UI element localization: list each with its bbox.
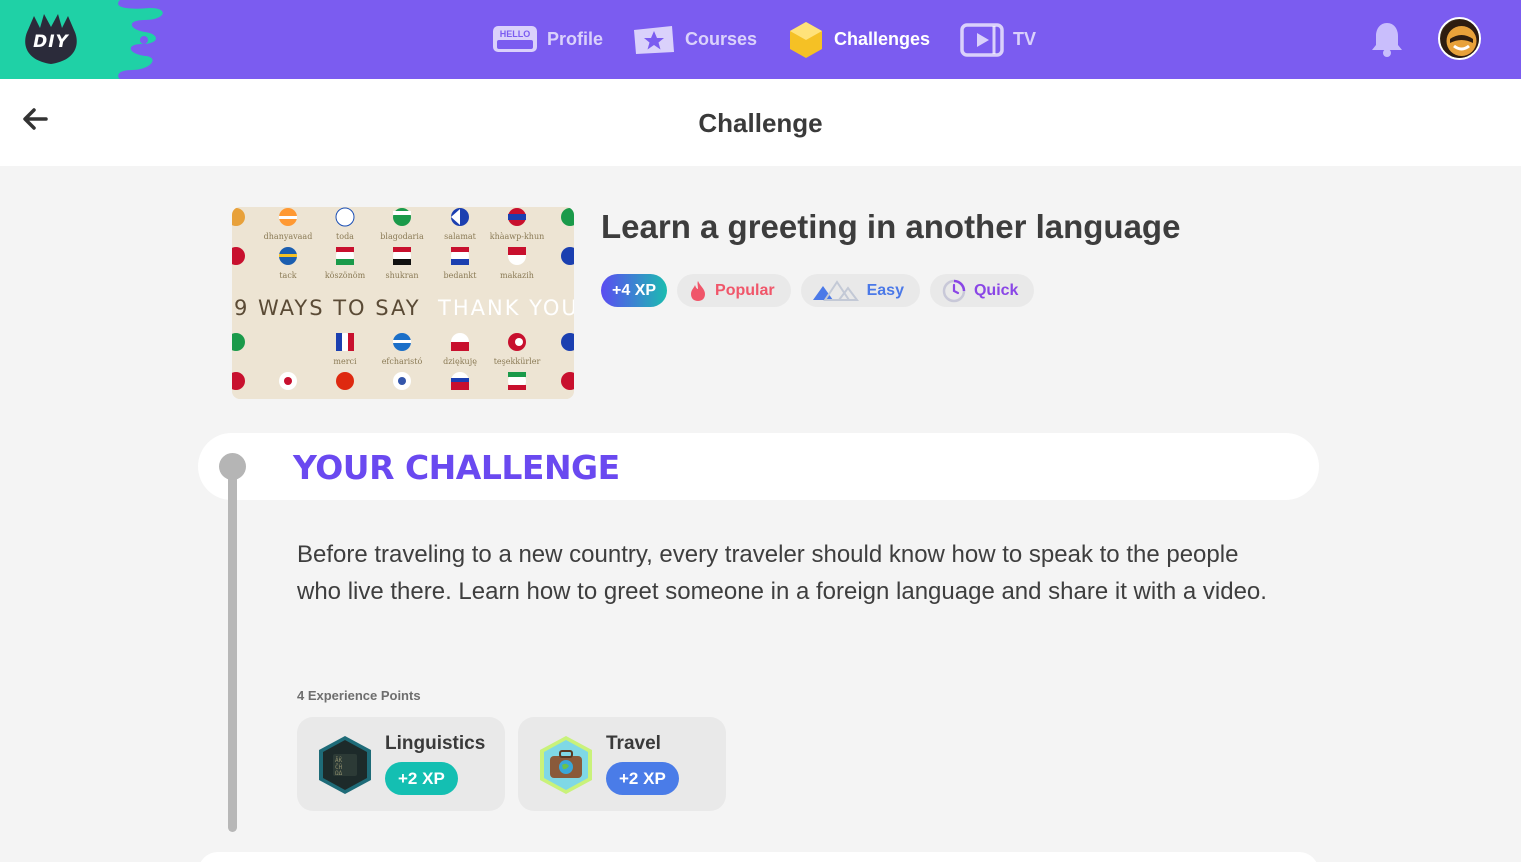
timeline-line	[228, 466, 237, 832]
nav-profile[interactable]: HELLO Profile	[492, 0, 603, 79]
skill-card-linguistics[interactable]: ĀǨ ČĤ ΩΔ Linguistics +2 XP	[297, 717, 505, 811]
thumb-word: bedankt	[444, 271, 478, 280]
thumb-word: efcharistó	[382, 357, 423, 366]
play-screen-icon	[960, 22, 1004, 57]
nav-courses[interactable]: Courses	[632, 0, 757, 79]
quick-tag-label: Quick	[973, 281, 1019, 299]
thumb-word: salamat	[444, 232, 477, 241]
skill-name: Travel	[606, 733, 661, 754]
xp-badge-label: +4 XP	[612, 281, 657, 299]
thank-you-flags-image: dhanyavaad toda blagodaria salamat khàaw…	[232, 207, 574, 399]
top-nav: DIY HELLO Profile Courses Challenges TV	[0, 0, 1521, 79]
xp-badge: +4 XP	[601, 274, 668, 307]
star-card-icon	[634, 25, 674, 54]
avatar[interactable]	[1438, 17, 1481, 60]
your-challenge-header: YOUR CHALLENGE	[198, 433, 1319, 500]
challenge-tags: +4 XP Popular Easy Quick	[601, 274, 1035, 307]
page-title: Challenge	[698, 108, 823, 138]
hexagon-icon	[790, 21, 822, 58]
thumb-headline-right: THANK YOU	[437, 296, 574, 320]
mountain-icon	[812, 279, 859, 301]
quick-tag: Quick	[929, 274, 1035, 307]
skill-xp-badge: +2 XP	[606, 762, 679, 795]
popular-tag-label: Popular	[715, 281, 775, 299]
thumb-headline-left: 9 WAYS TO SAY	[234, 296, 421, 320]
skill-xp-label: +2 XP	[619, 768, 666, 788]
thumb-word: merci	[333, 357, 357, 366]
skill-card-travel[interactable]: Travel +2 XP	[518, 717, 726, 811]
thumb-word: khàawp-khun	[490, 232, 545, 241]
easy-tag-label: Easy	[866, 281, 904, 299]
thumb-word: teşekkürler	[494, 357, 541, 366]
nav-courses-label: Courses	[685, 29, 758, 49]
popular-tag: Popular	[677, 274, 791, 307]
bell-icon[interactable]	[1369, 20, 1405, 58]
svg-text:ΩΔ: ΩΔ	[335, 770, 343, 777]
thumb-word: makazih	[500, 271, 534, 280]
thumb-word: tack	[279, 271, 296, 280]
thumb-word: dhanyavaad	[264, 232, 313, 241]
page-header: Challenge	[0, 79, 1521, 166]
thumb-word: shukran	[385, 271, 418, 280]
easy-tag: Easy	[800, 274, 920, 307]
logo[interactable]: DIY	[0, 0, 165, 79]
nav-challenges[interactable]: Challenges	[787, 0, 930, 79]
thumb-word: toda	[336, 232, 354, 241]
your-challenge-heading: YOUR CHALLENGE	[293, 448, 620, 487]
skill-name: Linguistics	[385, 733, 486, 754]
thumb-word: blagodaria	[380, 232, 424, 241]
travel-skill-icon	[540, 736, 592, 794]
thumb-word: dziękuję	[443, 357, 477, 366]
thumb-word: köszönöm	[325, 271, 366, 280]
flame-icon	[691, 280, 706, 301]
timeline-dot	[219, 453, 246, 480]
linguistics-skill-icon: ĀǨČĤΩΔ	[319, 736, 371, 794]
next-section-card	[198, 852, 1319, 862]
experience-points-label: 4 Experience Points	[297, 688, 421, 703]
challenge-description: Before traveling to a new country, every…	[297, 541, 1267, 605]
clock-icon	[942, 279, 966, 302]
svg-text:ĀǨ: ĀǨ	[335, 757, 343, 764]
logo-text: DIY	[33, 32, 69, 52]
hello-badge-icon: HELLO	[493, 25, 537, 52]
nav-challenges-label: Challenges	[834, 29, 931, 49]
challenge-title: Learn a greeting in another language	[601, 208, 1181, 245]
nav-profile-label: Profile	[547, 29, 604, 49]
challenge-thumbnail[interactable]: dhanyavaad toda blagodaria salamat khàaw…	[232, 207, 574, 399]
skill-xp-label: +2 XP	[398, 768, 445, 788]
skill-xp-badge: +2 XP	[385, 762, 458, 795]
avatar-face-icon	[1440, 19, 1479, 58]
nav-tv[interactable]: TV	[960, 0, 1036, 79]
hello-badge-text: HELLO	[500, 29, 531, 39]
nav-tv-label: TV	[1013, 29, 1037, 49]
